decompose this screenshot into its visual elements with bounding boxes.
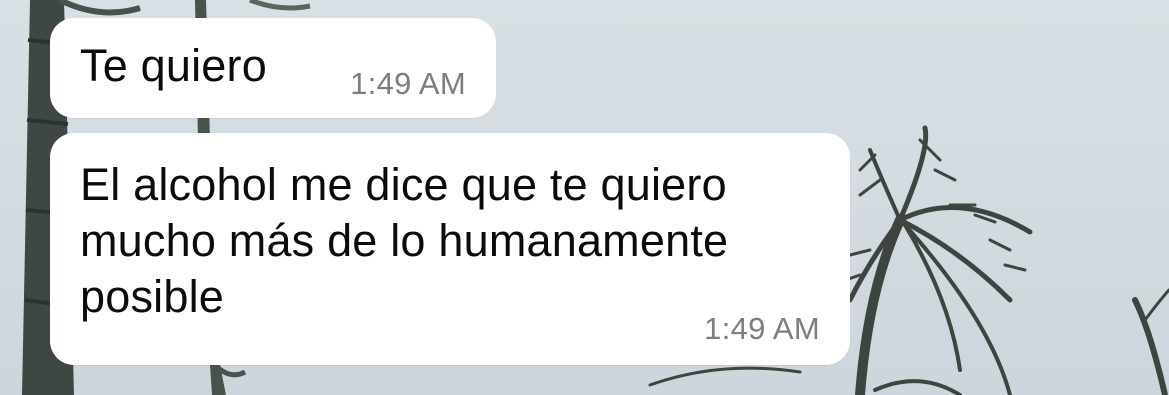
message-text: El alcohol me dice que te quiero mucho m… (80, 159, 729, 322)
message-text: Te quiero (80, 40, 267, 91)
message-bubble[interactable]: El alcohol me dice que te quiero mucho m… (50, 133, 850, 365)
message-timestamp: 1:49 AM (350, 66, 466, 101)
message-bubble[interactable]: Te quiero 1:49 AM (50, 18, 496, 118)
message-timestamp: 1:49 AM (704, 311, 820, 346)
